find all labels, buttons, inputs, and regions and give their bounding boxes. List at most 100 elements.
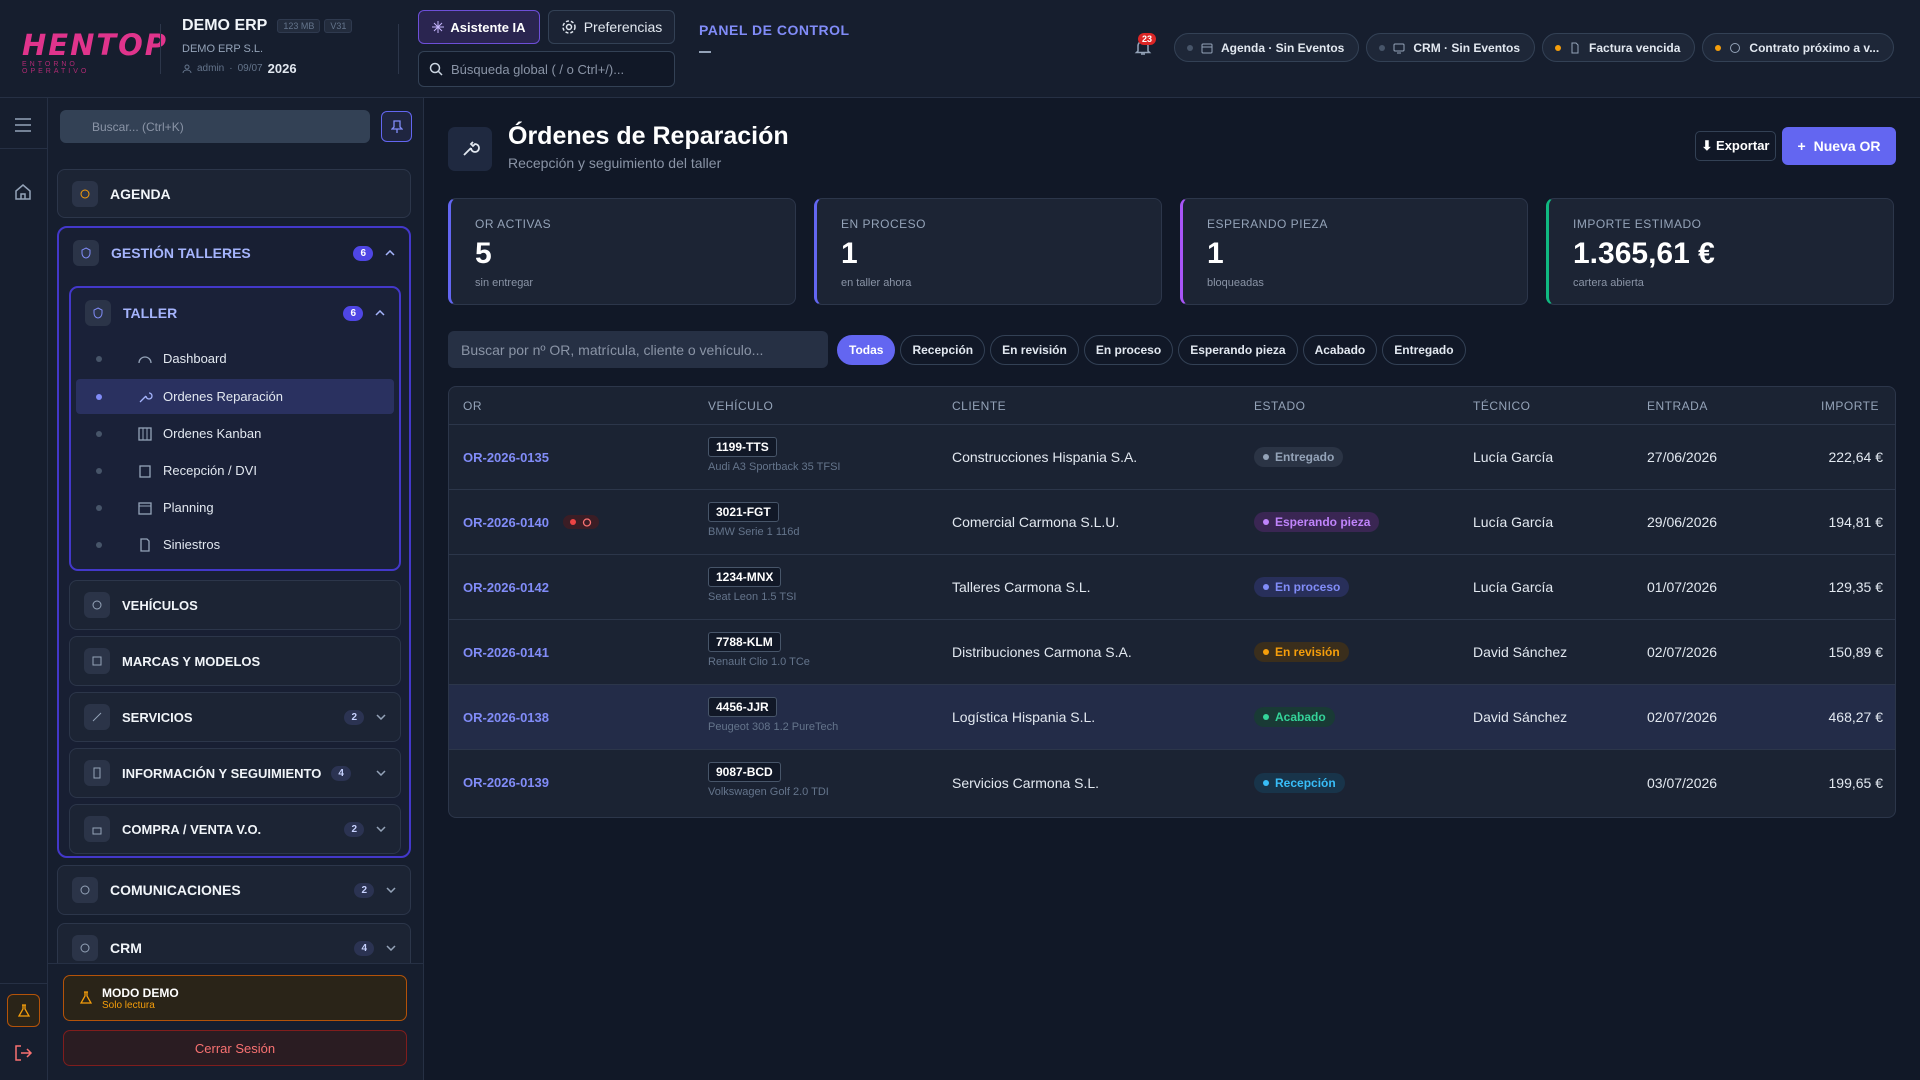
vehicle-cell: 3021-FGT BMW Serie 1 116d xyxy=(708,502,800,538)
flask-icon[interactable] xyxy=(7,994,40,1027)
sidebar-search-input[interactable]: Buscar... (Ctrl+K) xyxy=(60,110,370,143)
or-number[interactable]: OR-2026-0138 xyxy=(463,710,549,725)
menu-icon[interactable] xyxy=(14,118,32,132)
pill-agenda[interactable]: Agenda · Sin Eventos xyxy=(1174,33,1360,62)
table-row[interactable]: OR-2026-0140 3021-FGT BMW Serie 1 116d C… xyxy=(449,490,1895,555)
nav-label: Planning xyxy=(163,500,214,515)
or-number[interactable]: OR-2026-0142 xyxy=(463,580,549,595)
filter-en-proceso[interactable]: En proceso xyxy=(1083,335,1174,365)
global-search-input[interactable]: Búsqueda global ( / o Ctrl+/)... xyxy=(418,51,675,87)
panel-dash xyxy=(699,51,711,53)
gauge-icon xyxy=(138,355,152,363)
amount: 129,35 € xyxy=(1828,579,1884,595)
pill-label: Contrato próximo a v... xyxy=(1749,40,1880,55)
table-row[interactable]: OR-2026-0138 4456-JJR Peugeot 308 1.2 Pu… xyxy=(449,685,1895,750)
logout-button[interactable]: Cerrar Sesión xyxy=(63,1030,407,1066)
col-or[interactable]: OR xyxy=(463,399,482,413)
col-vehiculo[interactable]: VEHÍCULO xyxy=(708,399,773,413)
chevron-down-icon xyxy=(386,945,396,951)
kpi-label: EN PROCESO xyxy=(841,217,927,231)
status-badge: Entregado xyxy=(1254,447,1344,467)
col-cliente[interactable]: CLIENTE xyxy=(952,399,1006,413)
new-or-button[interactable]: + Nueva OR xyxy=(1782,127,1896,165)
sidebar-item-ordenes-kanban[interactable]: Ordenes Kanban xyxy=(76,416,394,451)
kpi-card-pieza: ESPERANDO PIEZA 1 bloqueadas xyxy=(1180,198,1528,305)
technician: Lucía García xyxy=(1473,514,1554,530)
sidebar-item-marcas[interactable]: MARCAS Y MODELOS xyxy=(69,636,401,686)
panel-control-link[interactable]: PANEL DE CONTROL xyxy=(699,22,850,38)
technician: David Sánchez xyxy=(1473,709,1568,725)
app-logo[interactable]: HENTOP ENTORNO OPERATIVO xyxy=(22,30,166,75)
or-number[interactable]: OR-2026-0141 xyxy=(463,645,549,660)
sidebar-item-taller[interactable]: TALLER 6 xyxy=(71,288,399,338)
sidebar-item-siniestros[interactable]: Siniestros xyxy=(76,527,394,562)
calendar-icon xyxy=(1201,43,1213,53)
main-content: Órdenes de Reparación Recepción y seguim… xyxy=(424,98,1920,1080)
kpi-sub: cartera abierta xyxy=(1573,277,1644,289)
col-estado[interactable]: ESTADO xyxy=(1254,399,1305,413)
home-icon[interactable] xyxy=(14,183,32,201)
col-entrada[interactable]: ENTRADA xyxy=(1647,399,1708,413)
client: Comercial Carmona S.L.U. xyxy=(952,514,1120,530)
chevron-down-icon xyxy=(376,770,386,776)
filter-recepcion[interactable]: Recepción xyxy=(900,335,986,365)
vehicle-model: Peugeot 308 1.2 PureTech xyxy=(708,721,839,733)
pin-button[interactable] xyxy=(381,111,412,142)
sidebar-item-dashboard[interactable]: Dashboard xyxy=(76,341,394,376)
filter-en-revision[interactable]: En revisión xyxy=(990,335,1079,365)
filter-acabado[interactable]: Acabado xyxy=(1302,335,1378,365)
demo-mode-banner: MODO DEMO Solo lectura xyxy=(63,975,407,1021)
status-badge: Esperando pieza xyxy=(1254,512,1380,532)
status-pills: Agenda · Sin Eventos CRM · Sin Eventos F… xyxy=(1174,33,1895,62)
sidebar-item-informacion[interactable]: INFORMACIÓN Y SEGUIMIENTO 4 xyxy=(69,748,401,798)
palette-icon xyxy=(72,180,98,207)
kpi-sub: en taller ahora xyxy=(841,277,912,289)
sidebar-item-ordenes-reparacion[interactable]: Ordenes Reparación xyxy=(76,379,394,414)
sidebar-item-agenda[interactable]: AGENDA xyxy=(57,169,411,218)
year: 2026 xyxy=(267,61,297,76)
count-badge: 2 xyxy=(344,821,364,837)
table-row[interactable]: OR-2026-0142 1234-MNX Seat Leon 1.5 TSI … xyxy=(449,555,1895,620)
preferences-button[interactable]: Preferencias xyxy=(548,10,675,44)
plate: 1199-TTS xyxy=(708,437,777,457)
table-row[interactable]: OR-2026-0135 1199-TTS Audi A3 Sportback … xyxy=(449,425,1895,490)
logout-icon[interactable] xyxy=(13,1044,33,1062)
pill-crm[interactable]: CRM · Sin Eventos xyxy=(1366,33,1536,62)
col-importe[interactable]: IMPORTE xyxy=(1821,399,1879,413)
filter-entregado[interactable]: Entregado xyxy=(1382,335,1466,365)
col-tecnico[interactable]: TÉCNICO xyxy=(1473,399,1531,413)
sidebar-item-label: COMUNICACIONES xyxy=(110,882,241,898)
sidebar-item-planning[interactable]: Planning xyxy=(76,490,394,525)
table-row[interactable]: OR-2026-0141 7788-KLM Renault Clio 1.0 T… xyxy=(449,620,1895,685)
sidebar-item-comunicaciones[interactable]: COMUNICACIONES 2 xyxy=(57,865,411,915)
or-number[interactable]: OR-2026-0139 xyxy=(463,775,549,790)
or-number[interactable]: OR-2026-0135 xyxy=(463,450,549,465)
document-icon xyxy=(84,760,110,786)
sidebar-item-recepcion-dvi[interactable]: Recepción / DVI xyxy=(76,453,394,488)
sidebar-item-gestion-talleres[interactable]: GESTIÓN TALLERES 6 xyxy=(59,228,409,278)
divider xyxy=(160,24,161,74)
entry-date: 02/07/2026 xyxy=(1647,709,1718,725)
ai-assistant-button[interactable]: Asistente IA xyxy=(418,10,540,44)
filter-esperando-pieza[interactable]: Esperando pieza xyxy=(1178,335,1298,365)
client: Logística Hispania S.L. xyxy=(952,709,1096,725)
table-search-input[interactable]: Buscar por nº OR, matrícula, cliente o v… xyxy=(448,331,828,368)
technician: David Sánchez xyxy=(1473,644,1568,660)
document-icon xyxy=(1571,42,1579,53)
pill-contract[interactable]: Contrato próximo a v... xyxy=(1702,33,1895,62)
chevron-up-icon xyxy=(385,250,395,256)
pill-invoice[interactable]: Factura vencida xyxy=(1542,33,1696,62)
export-button[interactable]: ⬇ Exportar xyxy=(1695,131,1776,161)
kpi-label: ESPERANDO PIEZA xyxy=(1207,217,1328,231)
sidebar-item-servicios[interactable]: SERVICIOS 2 xyxy=(69,692,401,742)
filter-todas[interactable]: Todas xyxy=(837,335,896,365)
sidebar-item-compra-venta[interactable]: COMPRA / VENTA V.O. 2 xyxy=(69,804,401,854)
sidebar-item-vehiculos[interactable]: VEHÍCULOS xyxy=(69,580,401,630)
flask-icon xyxy=(80,991,92,1004)
page-title: Órdenes de Reparación xyxy=(508,122,789,150)
demo-title: MODO DEMO xyxy=(102,985,179,1000)
table-row[interactable]: OR-2026-0139 9087-BCD Volkswagen Golf 2.… xyxy=(449,750,1895,815)
global-search-placeholder: Búsqueda global ( / o Ctrl+/)... xyxy=(451,61,625,77)
nav-label: Siniestros xyxy=(163,537,221,552)
or-number[interactable]: OR-2026-0140 xyxy=(463,515,549,530)
